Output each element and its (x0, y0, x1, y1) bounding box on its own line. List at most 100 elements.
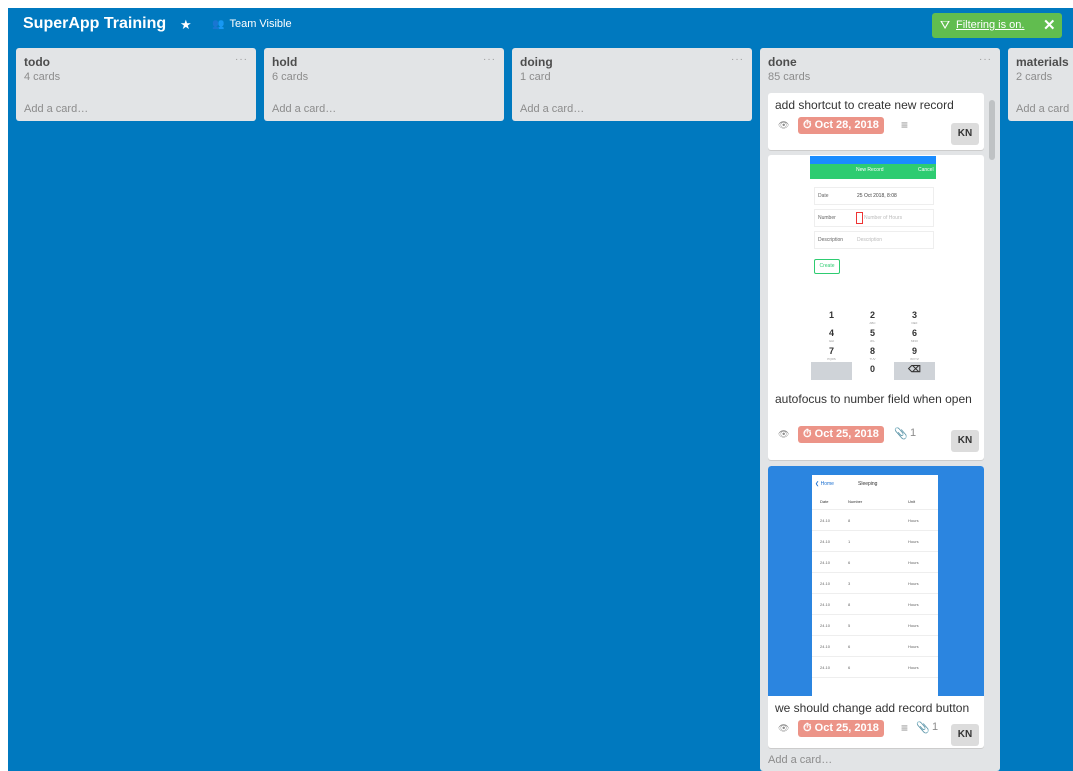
table-row: 24.10 1 Hours (812, 531, 938, 552)
add-card-button[interactable]: Add a card… (768, 754, 832, 766)
due-date-label: Oct 28, 2018 (814, 119, 879, 131)
card-cover-image: New Record Cancel Date 25 Oct 2018, 8:08… (810, 156, 936, 381)
card-add-shortcut[interactable]: add shortcut to create new record 👁 ⏱ Oc… (768, 93, 984, 150)
paperclip-icon: 📎 (916, 722, 930, 734)
visibility-label: Team Visible (229, 18, 292, 30)
phone-status-bar (810, 156, 936, 164)
key-8: 8 TUV (869, 346, 876, 361)
filter-status-button[interactable]: ⛛ Filtering is on. ✕ (932, 13, 1062, 38)
key-4: 4 GHI (828, 328, 835, 343)
list-card-count: 2 cards (1016, 71, 1053, 83)
card-title: add shortcut to create new record (775, 98, 954, 112)
visibility-button[interactable]: 👥 Team Visible (212, 18, 292, 30)
list-materials: materials 2 cards Add a card (1008, 48, 1073, 121)
list-name[interactable]: todo (24, 55, 50, 69)
clock-icon: ⏱ (803, 722, 812, 734)
description-label: Description (818, 237, 844, 243)
watch-eye-icon: 👁 (778, 723, 790, 733)
list-menu-icon[interactable]: ··· (483, 54, 496, 65)
card-title: autofocus to number field when open (775, 392, 972, 406)
card-autofocus[interactable]: New Record Cancel Date 25 Oct 2018, 8:08… (768, 155, 984, 460)
table-row: 24.10 8 Hours (812, 594, 938, 615)
column-header: Date (820, 499, 829, 504)
list-name[interactable]: hold (272, 55, 297, 69)
table-row: 24.10 6 Hours (812, 552, 938, 573)
star-icon[interactable]: ★ (180, 17, 192, 33)
add-card-button[interactable]: Add a card… (520, 103, 584, 115)
member-avatar[interactable]: KN (951, 724, 979, 746)
paperclip-icon: 📎 (894, 428, 908, 440)
attachment-count: 1 (910, 427, 917, 439)
table-row: 24.10 3 Hours (812, 573, 938, 594)
screen-cancel: Cancel (918, 167, 934, 173)
list-menu-icon[interactable]: ··· (979, 54, 992, 65)
watch-eye-icon: 👁 (778, 120, 790, 130)
clock-icon: ⏱ (803, 428, 812, 440)
list-done: done 85 cards ··· add shortcut to create… (760, 48, 1000, 771)
create-button-preview: Create (814, 259, 840, 274)
key-6: 6 MNO (911, 328, 918, 343)
list-scrollbar[interactable] (989, 100, 995, 160)
description-placeholder: Description (857, 237, 883, 243)
phone-screenshot: ❮ Home Sleeping Date Number Unit 24.10 8 H… (812, 467, 938, 696)
table-row: 24.10 6 Hours (812, 657, 938, 678)
clock-icon: ⏱ (803, 119, 812, 131)
table-row: 24.10 8 Hours (812, 510, 938, 531)
due-date-badge[interactable]: ⏱ Oct 25, 2018 (798, 720, 884, 737)
member-avatar[interactable]: KN (951, 430, 979, 452)
board-header: SuperApp Training ★ 👥 Team Visible ⛛ Filt… (8, 8, 1073, 42)
due-date-label: Oct 25, 2018 (814, 428, 879, 440)
date-value: 25 Oct 2018, 8:08 (857, 193, 897, 199)
add-card-button[interactable]: Add a card (1016, 103, 1069, 115)
add-card-button[interactable]: Add a card… (272, 103, 336, 115)
clear-filter-close-icon[interactable]: ✕ (1043, 16, 1056, 34)
description-icon: ≡ (901, 118, 909, 132)
date-row: Date 25 Oct 2018, 8:08 (814, 187, 934, 205)
due-date-badge[interactable]: ⏱ Oct 25, 2018 (798, 426, 884, 443)
table-header: Date Number Unit (812, 495, 938, 510)
attachment-count: 1 (932, 721, 939, 733)
numeric-keypad: 1 2 ABC 3 DEF 4 GHI 5 JKL 6 MNO 7 PQRS 8 TUV 9W… (810, 306, 936, 381)
due-date-label: Oct 25, 2018 (814, 722, 879, 734)
number-row: Number Number of Hours (814, 209, 934, 227)
add-card-button[interactable]: Add a card… (24, 103, 88, 115)
screen-title: New Record (856, 167, 884, 173)
list-hold: hold 6 cards ··· Add a card… (264, 48, 504, 121)
card-title: we should change add record button (775, 701, 970, 715)
filter-status-label[interactable]: Filtering is on. (956, 19, 1024, 31)
key-0: 0 (869, 364, 875, 374)
filter-funnel-icon: ⛛ (940, 18, 951, 32)
card-cover-image: ❮ Home Sleeping Date Number Unit 24.10 8 H… (768, 466, 984, 696)
list-name[interactable]: done (768, 55, 797, 69)
key-3: 3 DEF (911, 310, 918, 325)
table-row: 24.10 6 Hours (812, 636, 938, 657)
column-header: Number (848, 499, 863, 504)
list-menu-icon[interactable]: ··· (731, 54, 744, 65)
key-backspace: ⌫ (894, 362, 935, 380)
screen-title: Sleeping (858, 481, 878, 487)
number-label: Number (818, 215, 836, 221)
key-7: 7 PQRS (827, 346, 836, 361)
table-row: 24.10 5 Hours (812, 615, 938, 636)
due-date-badge[interactable]: ⏱ Oct 28, 2018 (798, 117, 884, 134)
card-change-add-record[interactable]: ❮ Home Sleeping Date Number Unit 24.10 8 H… (768, 466, 984, 748)
watch-eye-icon: 👁 (778, 429, 790, 439)
board: SuperApp Training ★ 👥 Team Visible ⛛ Filt… (8, 8, 1073, 771)
date-label: Date (818, 193, 829, 199)
card-badges: 👁 ⏱ Oct 28, 2018 ≡ (778, 117, 928, 135)
key-9: 9 WXYZ (910, 346, 919, 361)
member-avatar[interactable]: KN (951, 123, 979, 145)
back-home-link: ❮ Home (815, 481, 834, 487)
card-badges: 👁 ⏱ Oct 25, 2018 ≡ 📎 1 (778, 720, 938, 738)
list-name[interactable]: doing (520, 55, 553, 69)
key-2: 2 ABC (869, 310, 876, 325)
list-menu-icon[interactable]: ··· (235, 54, 248, 65)
key-1: 1 (828, 310, 834, 320)
description-icon: ≡ (901, 721, 909, 735)
key-blank (811, 362, 852, 380)
list-todo: todo 4 cards ··· Add a card… (16, 48, 256, 121)
list-name[interactable]: materials (1016, 55, 1069, 69)
number-placeholder: Number of Hours (864, 215, 903, 221)
board-title[interactable]: SuperApp Training (23, 15, 166, 33)
text-cursor (856, 212, 863, 224)
